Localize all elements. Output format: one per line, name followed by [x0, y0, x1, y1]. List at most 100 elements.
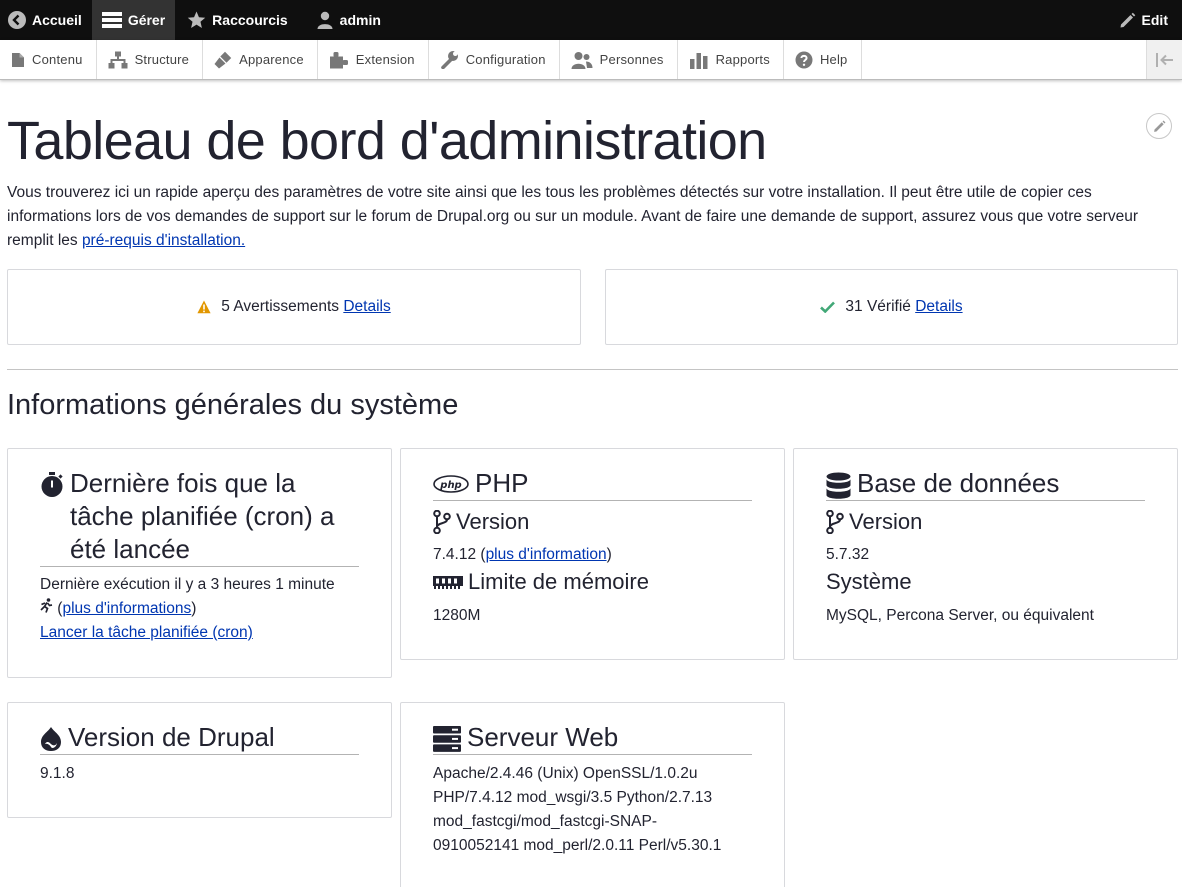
- cron-more-line: (plus d'informations): [40, 597, 196, 621]
- paintbrush-icon: [214, 51, 232, 68]
- webserver-card: Serveur Web Apache/2.4.46 (Unix) OpenSSL…: [400, 702, 785, 887]
- memory-icon: [433, 576, 463, 589]
- user-icon: [317, 11, 333, 29]
- db-system-value: MySQL, Percona Server, ou équivalent: [826, 607, 1094, 624]
- db-version-label: Version: [849, 509, 923, 534]
- warnings-details-link[interactable]: Details: [343, 298, 390, 316]
- file-icon: [12, 52, 24, 67]
- section-title: Informations générales du système: [7, 389, 459, 421]
- php-version-line: 7.4.12 (plus d'information): [433, 543, 612, 567]
- tray-item-structure[interactable]: Structure: [97, 40, 204, 79]
- wrench-icon: [440, 51, 458, 69]
- manage-button[interactable]: Gérer: [91, 0, 176, 40]
- home-label: Accueil: [32, 12, 82, 28]
- drupal-drop-icon: [41, 727, 61, 751]
- server-icon: [433, 726, 461, 752]
- installation-requirements-link[interactable]: pré-requis d'installation.: [82, 232, 245, 249]
- structure-icon: [108, 51, 128, 68]
- tray-item-appearance[interactable]: Apparence: [203, 40, 318, 79]
- cron-more-info-link[interactable]: plus d'informations: [62, 600, 191, 617]
- cron-run-line: Lancer la tâche planifiée (cron): [40, 621, 253, 645]
- db-version-value: 5.7.32: [826, 546, 870, 563]
- tray-item-label: Rapports: [715, 52, 770, 67]
- user-label: admin: [339, 12, 381, 28]
- back-arrow-icon: [8, 11, 26, 29]
- home-button[interactable]: Accueil: [0, 0, 92, 40]
- checked-details-link[interactable]: Details: [915, 298, 962, 316]
- page-title: Tableau de bord d'administration: [7, 111, 767, 171]
- admin-tray: Contenu Structure Apparence Extension Co…: [0, 40, 1182, 80]
- star-icon: [187, 11, 206, 28]
- warnings-box: 5 Avertissements Details: [7, 269, 581, 345]
- tray-item-label: Contenu: [32, 52, 83, 67]
- webserver-card-title: Serveur Web: [433, 721, 752, 755]
- db-system-label: Système: [826, 569, 912, 594]
- cron-more-close: ): [191, 600, 197, 617]
- checked-box: 31 Vérifié Details: [605, 269, 1178, 345]
- php-version-close: ): [606, 546, 612, 563]
- menu-icon: [101, 12, 122, 28]
- branch-icon: [826, 510, 844, 534]
- tray-item-extend[interactable]: Extension: [318, 40, 429, 79]
- php-memory-heading: Limite de mémoire: [433, 569, 649, 595]
- tray-item-reports[interactable]: Rapports: [678, 40, 784, 79]
- drupal-title-text: Version de Drupal: [68, 722, 275, 752]
- db-version-heading: Version: [826, 509, 922, 535]
- webserver-title-text: Serveur Web: [467, 722, 619, 752]
- checked-count: 31 Vérifié: [845, 298, 911, 315]
- puzzle-icon: [329, 51, 348, 68]
- tray-item-label: Extension: [355, 52, 415, 67]
- edit-label: Edit: [1141, 12, 1168, 28]
- tray-item-label: Configuration: [465, 52, 546, 67]
- pencil-icon: [1153, 120, 1165, 132]
- user-button[interactable]: admin: [298, 0, 391, 40]
- svg-text:php: php: [439, 480, 461, 491]
- tray-item-label: Personnes: [599, 52, 664, 67]
- tray-orientation-toggle[interactable]: [1146, 40, 1182, 79]
- php-version-value: 7.4.12 (: [433, 546, 486, 563]
- php-logo-icon: php: [433, 475, 469, 493]
- admin-toolbar: Accueil Gérer Raccourcis admin Edit: [0, 0, 1182, 40]
- tray-item-content[interactable]: Contenu: [0, 40, 97, 79]
- php-card-title: php PHP: [433, 467, 752, 501]
- intro-paragraph: Vous trouverez ici un rapide aperçu des …: [7, 181, 1177, 253]
- tray-item-people[interactable]: Personnes: [560, 40, 678, 79]
- php-version-heading: Version: [433, 509, 529, 535]
- tray-item-configuration[interactable]: Configuration: [429, 40, 560, 79]
- drupal-card-title: Version de Drupal: [40, 721, 359, 755]
- database-icon: [826, 472, 851, 499]
- shortcuts-button[interactable]: Raccourcis: [175, 0, 297, 40]
- php-card: php PHP Version 7.4.12 (plus d'informati…: [400, 448, 785, 660]
- shortcuts-label: Raccourcis: [212, 12, 288, 28]
- edit-button[interactable]: Edit: [1111, 0, 1182, 40]
- collapse-tray-icon: [1155, 52, 1173, 67]
- run-cron-link[interactable]: Lancer la tâche planifiée (cron): [40, 624, 253, 641]
- php-version-label: Version: [456, 509, 530, 534]
- webserver-value: Apache/2.4.46 (Unix) OpenSSL/1.0.2u PHP/…: [433, 765, 722, 854]
- people-icon: [571, 51, 593, 69]
- tray-item-label: Structure: [134, 52, 190, 67]
- pencil-icon: [1120, 12, 1135, 27]
- checkmark-icon: [820, 301, 836, 313]
- php-title-text: PHP: [475, 468, 529, 498]
- php-memory-value: 1280M: [433, 607, 481, 624]
- tray-item-help[interactable]: Help: [784, 40, 862, 79]
- divider: [7, 369, 1178, 370]
- php-memory-label: Limite de mémoire: [468, 569, 649, 594]
- drupal-version-value: 9.1.8: [40, 765, 75, 782]
- stopwatch-icon: [41, 472, 63, 497]
- php-more-info-link[interactable]: plus d'information: [486, 546, 607, 563]
- cron-last-run: Dernière exécution il y a 3 heures 1 min…: [40, 576, 335, 593]
- warning-icon: [197, 300, 211, 314]
- help-icon: [795, 51, 813, 68]
- contextual-edit-button[interactable]: [1146, 113, 1172, 139]
- branch-icon: [433, 510, 451, 534]
- database-title-text: Base de données: [857, 468, 1060, 498]
- database-card-title: Base de données: [826, 467, 1145, 501]
- tray-item-label: Apparence: [239, 52, 304, 67]
- warnings-count: 5 Avertissements: [221, 298, 340, 315]
- database-card: Base de données Version 5.7.32 Système M…: [793, 448, 1178, 660]
- cron-card: Dernière fois que la tâche planifiée (cr…: [7, 448, 392, 678]
- running-icon: [40, 598, 53, 613]
- cron-title-text: Dernière fois que la tâche planifiée (cr…: [70, 468, 335, 564]
